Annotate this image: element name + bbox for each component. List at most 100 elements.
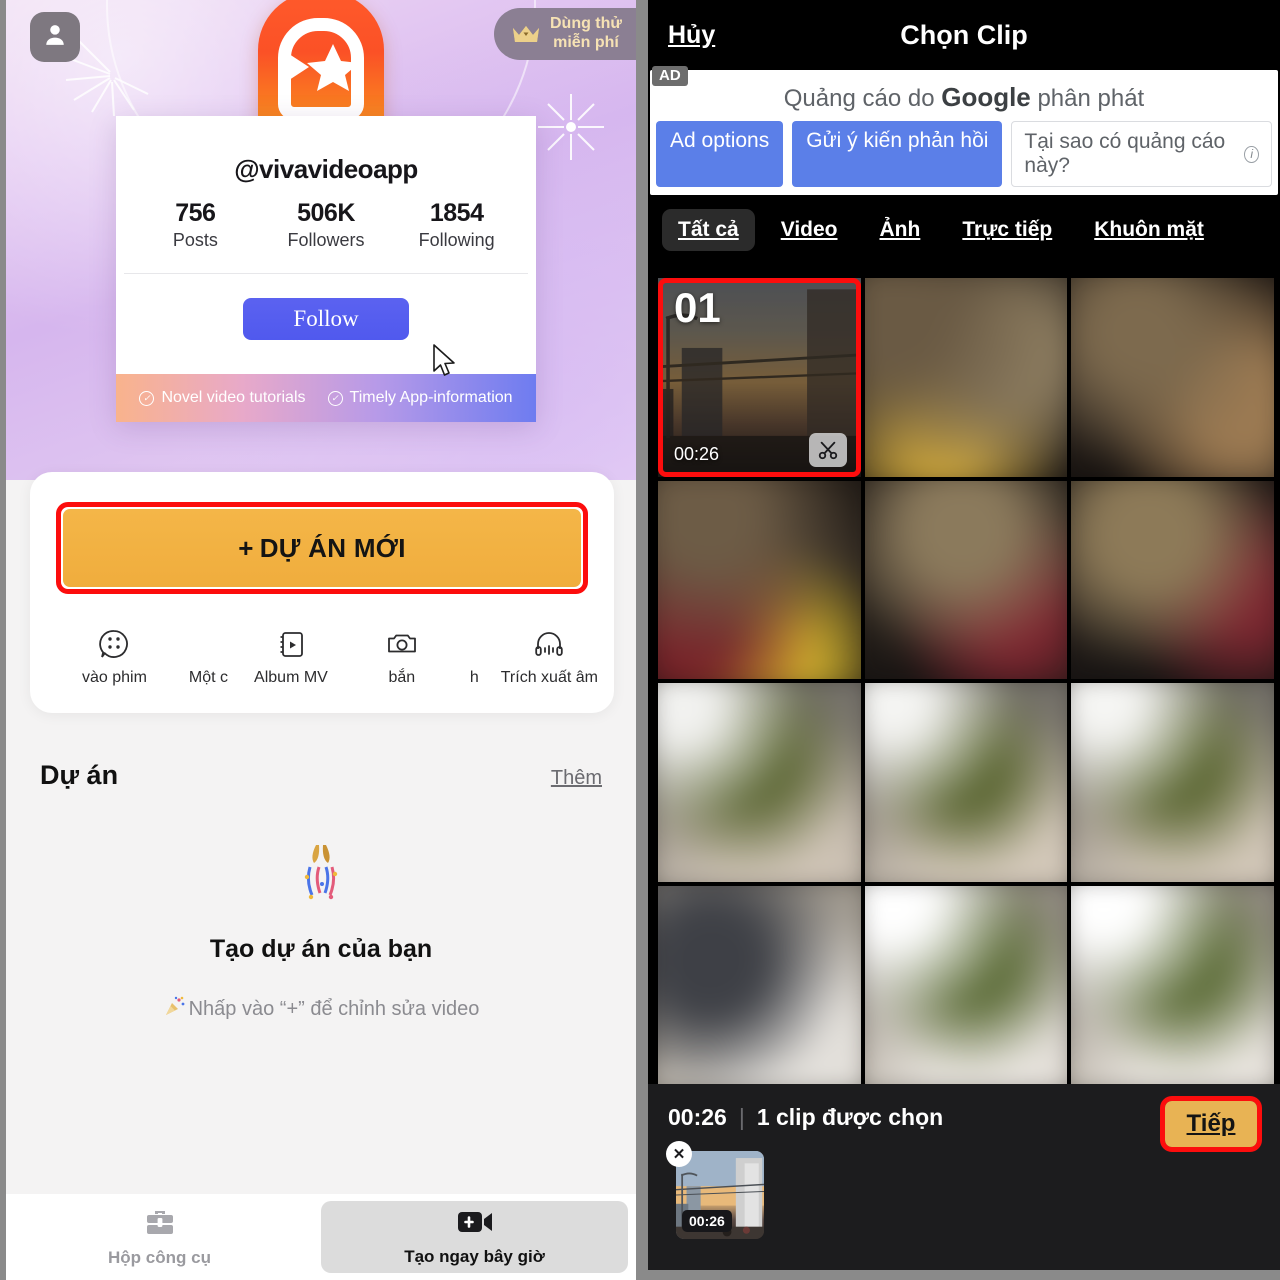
media-cell[interactable] xyxy=(658,683,861,882)
plus-icon: + xyxy=(238,532,254,563)
why-this-ad-label: Tại sao có quảng cáo này? xyxy=(1024,130,1226,177)
stat-label: Posts xyxy=(172,230,218,250)
footer-item: ✓ Novel video tutorials xyxy=(139,389,306,407)
action-card: + DỰ ÁN MỚI vào phim Một c Album MV bắn … xyxy=(30,472,614,713)
scissors-icon[interactable] xyxy=(808,432,847,467)
tool-vao-phim[interactable]: vào phim xyxy=(82,628,147,687)
profile-card: @vivavideoapp 756 Posts 506K Followers 1… xyxy=(116,116,536,422)
follow-button[interactable]: Follow xyxy=(243,298,409,340)
right-phone-screen: Hủy Chọn Clip AD Quảng cáo do Google phâ… xyxy=(648,0,1280,1280)
total-duration-label: 00:26 xyxy=(668,1104,727,1130)
footer-item: ✓ Timely App-information xyxy=(327,389,513,407)
crown-icon xyxy=(512,23,540,45)
free-trial-label: Dùng thử miễn phí xyxy=(549,15,622,51)
google-brand-label: Google xyxy=(941,82,1031,112)
empty-state-title: Tạo dự án của bạn xyxy=(209,935,433,963)
tool-trich-xuat-am[interactable]: Trích xuất âm xyxy=(501,628,598,687)
tool-label: vào phim xyxy=(82,669,147,686)
clip-duration-label: 00:26 xyxy=(674,443,720,464)
tool-mot-c[interactable]: Một c xyxy=(189,669,228,687)
nav-create-now[interactable]: Tạo ngay bây giờ xyxy=(321,1201,628,1273)
tool-h[interactable]: h xyxy=(470,669,479,687)
projects-more-link[interactable]: Thêm xyxy=(551,767,602,790)
person-icon xyxy=(41,21,69,54)
media-cell[interactable] xyxy=(864,885,1068,1084)
follow-row: Follow xyxy=(116,274,536,376)
projects-empty-state: Tạo dự án của bạn Nhấp vào “+” để chỉnh … xyxy=(6,837,636,1024)
media-cell[interactable] xyxy=(864,480,1068,679)
close-x-icon[interactable]: ✕ xyxy=(666,1141,692,1167)
free-trial-badge[interactable]: Dùng thử miễn phí xyxy=(493,8,636,60)
headphones-icon xyxy=(533,628,565,660)
media-cell[interactable] xyxy=(1071,885,1274,1084)
ad-options-button[interactable]: Ad options xyxy=(656,121,784,187)
clip-picker-header: Hủy Chọn Clip xyxy=(648,0,1280,70)
stat-label: Following xyxy=(418,230,495,250)
page-title: Chọn Clip xyxy=(900,19,1028,50)
media-cell[interactable] xyxy=(1071,683,1274,882)
cancel-button[interactable]: Hủy xyxy=(668,21,715,50)
tab-anh[interactable]: Ảnh xyxy=(864,209,937,251)
new-project-button[interactable]: + DỰ ÁN MỚI xyxy=(63,509,581,587)
tool-label: bắn xyxy=(388,669,416,686)
media-cell[interactable] xyxy=(658,480,861,679)
tool-label: Album MV xyxy=(254,669,328,686)
media-cell[interactable] xyxy=(658,885,861,1084)
tools-row: vào phim Một c Album MV bắn h Trích xuất… xyxy=(30,628,614,687)
profile-card-footer: ✓ Novel video tutorials ✓ Timely App-inf… xyxy=(116,374,536,422)
ad-action-row: Ad options Gửi ý kiến phản hồi Tại sao c… xyxy=(656,121,1272,187)
why-this-ad-button[interactable]: Tại sao có quảng cáo này? i xyxy=(1011,121,1272,187)
mouse-pointer-icon xyxy=(432,344,458,378)
media-filter-tabs: Tất cả Video Ảnh Trực tiếp Khuôn mặt xyxy=(648,195,1280,263)
profile-stats: 756 Posts 506K Followers 1854 Following xyxy=(116,199,536,273)
stat-following: 1854 Following xyxy=(391,199,522,251)
footer-item-label: Timely App-information xyxy=(349,389,513,406)
nav-create-now-label: Tạo ngay bây giờ xyxy=(404,1246,545,1266)
ad-attribution-prefix: Quảng cáo do xyxy=(783,85,942,112)
tool-label: Một c xyxy=(188,669,229,686)
media-cell[interactable] xyxy=(1071,480,1274,679)
check-circle-icon: ✓ xyxy=(327,390,343,406)
empty-state-subtitle: Nhấp vào “+” để chỉnh sửa video xyxy=(6,994,636,1024)
next-button[interactable]: Tiếp xyxy=(1165,1101,1257,1147)
nav-toolbox-label: Hộp công cụ xyxy=(108,1247,211,1267)
tool-label: h xyxy=(469,669,479,686)
ad-tag-badge: AD xyxy=(652,66,688,86)
page-title: Dự án xyxy=(40,760,119,790)
tool-label: Trích xuất âm xyxy=(500,669,598,686)
projects-section: Dự án Thêm Tạo dự án của bạn Nhấp vào “+… xyxy=(6,760,636,1024)
stat-value: 506K xyxy=(297,199,355,227)
ad-attribution: Quảng cáo do Google phân phát xyxy=(656,78,1272,121)
film-reel-icon xyxy=(98,628,130,660)
media-cell[interactable] xyxy=(864,683,1068,882)
hero-banner: Dùng thử miễn phí @vivavideoapp 756 Post… xyxy=(6,0,636,480)
selection-bottom-bar: 00:26 | 1 clip được chọn Tiếp 00:26 ✕ xyxy=(648,1084,1280,1270)
tab-khuon-mat[interactable]: Khuôn mặt xyxy=(1078,209,1220,251)
left-phone-screen: Dùng thử miễn phí @vivavideoapp 756 Post… xyxy=(6,0,636,1280)
google-ad-banner: AD Quảng cáo do Google phân phát Ad opti… xyxy=(650,66,1278,195)
empty-state-subtitle-text: Nhấp vào “+” để chỉnh sửa video xyxy=(188,997,480,1020)
tab-truc-tiep[interactable]: Trực tiếp xyxy=(946,209,1068,251)
tab-tat-ca[interactable]: Tất cả xyxy=(662,209,755,251)
selection-count-label: 1 clip được chọn xyxy=(756,1104,944,1130)
media-cell-selected[interactable]: 01 00:26 xyxy=(658,278,861,477)
tool-album-mv[interactable]: Album MV xyxy=(254,628,328,687)
profile-avatar-button[interactable] xyxy=(30,12,80,62)
tool-ban[interactable]: bắn xyxy=(386,628,418,687)
dual-screenshot: Dùng thử miễn phí @vivavideoapp 756 Post… xyxy=(0,0,1280,1280)
media-grid: 01 00:26 xyxy=(658,278,1274,1084)
stat-label: Followers xyxy=(287,230,365,250)
stat-value: 756 xyxy=(175,199,216,227)
party-popper-icon xyxy=(163,994,187,1024)
tab-video[interactable]: Video xyxy=(765,209,854,251)
new-project-label: DỰ ÁN MỚI xyxy=(259,532,406,563)
strip-clip-thumbnail[interactable]: 00:26 xyxy=(676,1151,764,1239)
mv-album-icon xyxy=(275,628,307,660)
ad-feedback-button[interactable]: Gửi ý kiến phản hồi xyxy=(792,121,1003,187)
footer-item-label: Novel video tutorials xyxy=(161,389,306,406)
video-plus-icon xyxy=(456,1208,494,1241)
media-cell[interactable] xyxy=(1071,278,1274,477)
media-cell[interactable] xyxy=(864,278,1068,477)
nav-toolbox[interactable]: Hộp công cụ xyxy=(6,1201,313,1273)
clip-order-number: 01 xyxy=(674,284,721,331)
